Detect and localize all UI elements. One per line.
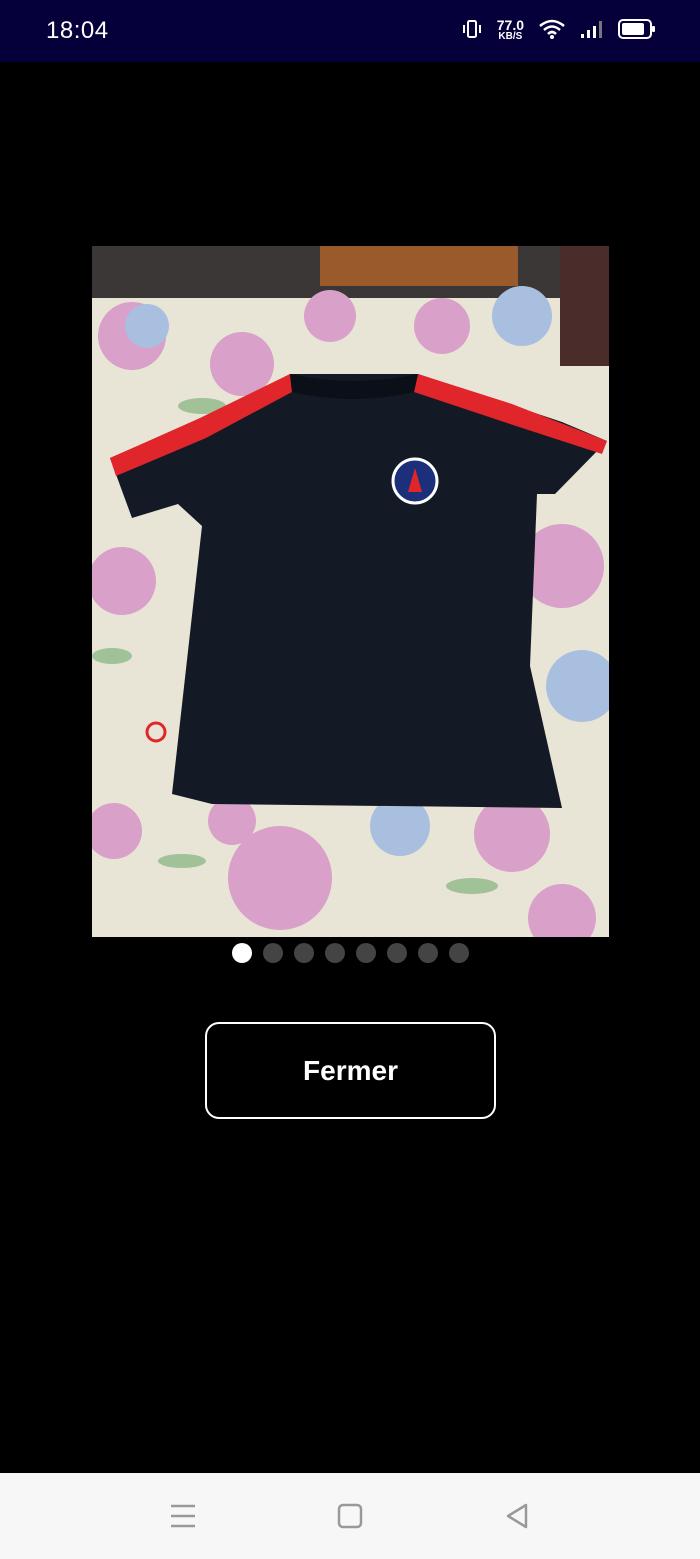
page-dot-5[interactable]	[355, 943, 376, 963]
back-icon[interactable]	[502, 1501, 532, 1531]
net-speed: 77.0 KB/S	[496, 17, 524, 42]
status-bar: 18:04 77.0 KB/S	[0, 0, 700, 62]
image-viewer: Fermer	[0, 62, 700, 1473]
pagination-dots	[0, 943, 700, 963]
net-speed-unit: KB/S	[498, 31, 523, 42]
page-dot-8[interactable]	[448, 943, 469, 963]
page-dot-3[interactable]	[293, 943, 314, 963]
status-time: 18:04	[46, 17, 109, 44]
page-dot-4[interactable]	[324, 943, 345, 963]
page-dot-7[interactable]	[417, 943, 438, 963]
close-button[interactable]: Fermer	[205, 1022, 496, 1119]
net-speed-value: 77.0	[496, 17, 524, 33]
vibrate-icon	[461, 18, 483, 45]
page-dot-6[interactable]	[386, 943, 407, 963]
page-dot-1[interactable]	[231, 943, 252, 963]
navigation-bar	[0, 1473, 700, 1559]
product-photo[interactable]	[92, 246, 609, 937]
battery-icon	[618, 18, 656, 45]
status-icons: 77.0 KB/S	[461, 16, 656, 46]
menu-icon[interactable]	[168, 1501, 198, 1531]
signal-icon	[580, 18, 604, 45]
home-icon[interactable]	[335, 1501, 365, 1531]
wifi-icon	[538, 18, 566, 45]
page-dot-2[interactable]	[262, 943, 283, 963]
